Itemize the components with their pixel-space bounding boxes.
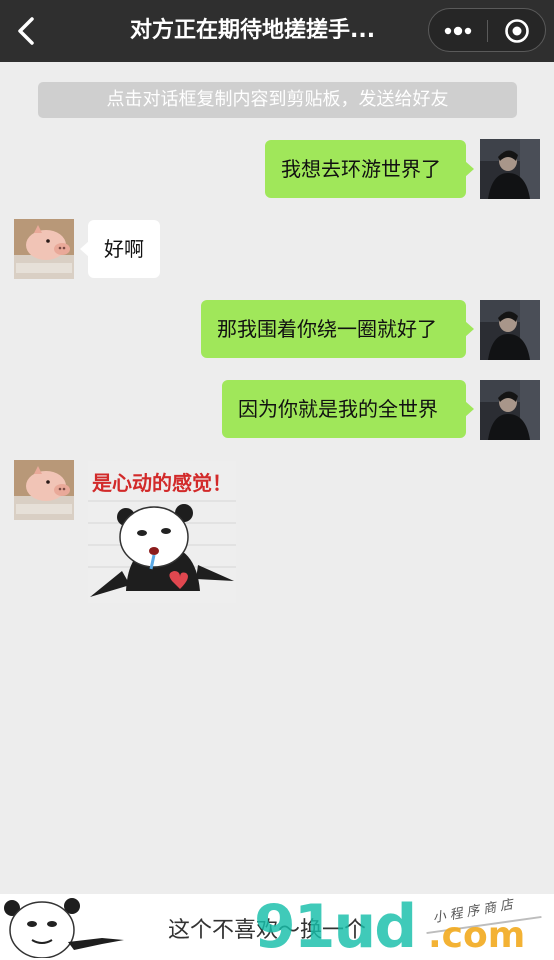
page-title: 对方正在期待地搓搓手... — [130, 18, 376, 43]
sticker-message[interactable]: 是心动的感觉！ — [88, 461, 236, 603]
back-button[interactable] — [8, 12, 44, 50]
watermark-domain: .com — [428, 915, 526, 956]
top-navbar: 对方正在期待地搓搓手... — [0, 0, 554, 62]
sticker-caption: 是心动的感觉！ — [92, 471, 232, 495]
message-bubble-sent[interactable]: 那我围着你绕一圈就好了 — [201, 300, 474, 358]
avatar-self[interactable] — [480, 139, 540, 199]
person-photo-icon — [480, 300, 540, 360]
watermark-main: 91ud — [254, 892, 417, 960]
message-bubble-sent[interactable]: 我想去环游世界了 — [265, 140, 474, 198]
avatar-self[interactable] — [480, 300, 540, 360]
more-dots-icon — [444, 26, 472, 36]
avatar-self[interactable] — [480, 380, 540, 440]
piglet-photo-icon — [14, 219, 74, 279]
piglet-photo-icon — [14, 460, 74, 520]
avatar-friend[interactable] — [14, 219, 74, 279]
panda-pointing-icon — [2, 896, 124, 959]
miniprogram-capsule — [428, 8, 546, 52]
more-button[interactable] — [429, 9, 487, 53]
message-bubble-sent[interactable]: 因为你就是我的全世界 — [222, 380, 474, 438]
target-circle-icon — [505, 19, 529, 43]
message-bubble-received[interactable]: 好啊 — [80, 220, 160, 278]
bottom-bar: 这个不喜欢～换一个 91ud 小程序商店 .com — [0, 894, 554, 960]
chevron-left-icon — [18, 17, 34, 45]
person-photo-icon — [480, 139, 540, 199]
person-photo-icon — [480, 380, 540, 440]
copy-hint-banner: 点击对话框复制内容到剪贴板，发送给好友 — [38, 82, 517, 118]
avatar-friend[interactable] — [14, 460, 74, 520]
watermark-logo: 91ud 小程序商店 .com — [254, 894, 554, 960]
close-miniprogram-button[interactable] — [488, 9, 546, 53]
